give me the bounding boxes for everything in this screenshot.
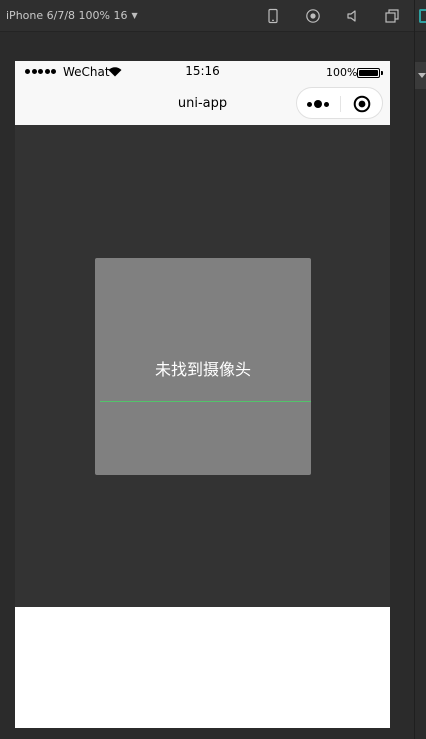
scan-line [100, 401, 311, 402]
camera-view: 未找到摄像头 [95, 258, 311, 475]
sound-icon[interactable] [345, 8, 361, 24]
record-icon[interactable] [305, 8, 321, 24]
close-miniprogram-icon[interactable] [353, 95, 371, 113]
simulator-screen: WeChat 15:16 100% uni-app 未找到摄像头 [15, 61, 390, 728]
status-bar: WeChat 15:16 100% [15, 61, 390, 83]
collapse-arrow-icon[interactable] [418, 73, 426, 78]
capsule-menu [296, 87, 383, 119]
panel-tab-icon[interactable] [419, 9, 426, 23]
battery-icon [357, 68, 380, 78]
right-panel [414, 0, 426, 739]
device-select[interactable]: iPhone 6/7/8 100% 16 ▼ [6, 9, 138, 22]
battery-tip [381, 71, 383, 75]
right-panel-header [415, 0, 426, 32]
phone-preview-icon[interactable] [265, 8, 281, 24]
camera-not-found-message: 未找到摄像头 [154, 360, 251, 379]
bottom-panel [15, 607, 390, 728]
navigation-bar: uni-app [15, 83, 390, 125]
scan-page: 未找到摄像头 [15, 125, 390, 607]
chevron-down-icon: ▼ [131, 11, 138, 20]
devtools-toolbar: iPhone 6/7/8 100% 16 ▼ [0, 0, 414, 32]
window-icon[interactable] [384, 8, 400, 24]
capsule-divider [340, 96, 341, 112]
more-options-icon[interactable] [307, 100, 329, 108]
battery-percentage: 100% [326, 66, 358, 79]
device-label: iPhone 6/7/8 100% 16 [6, 9, 128, 22]
